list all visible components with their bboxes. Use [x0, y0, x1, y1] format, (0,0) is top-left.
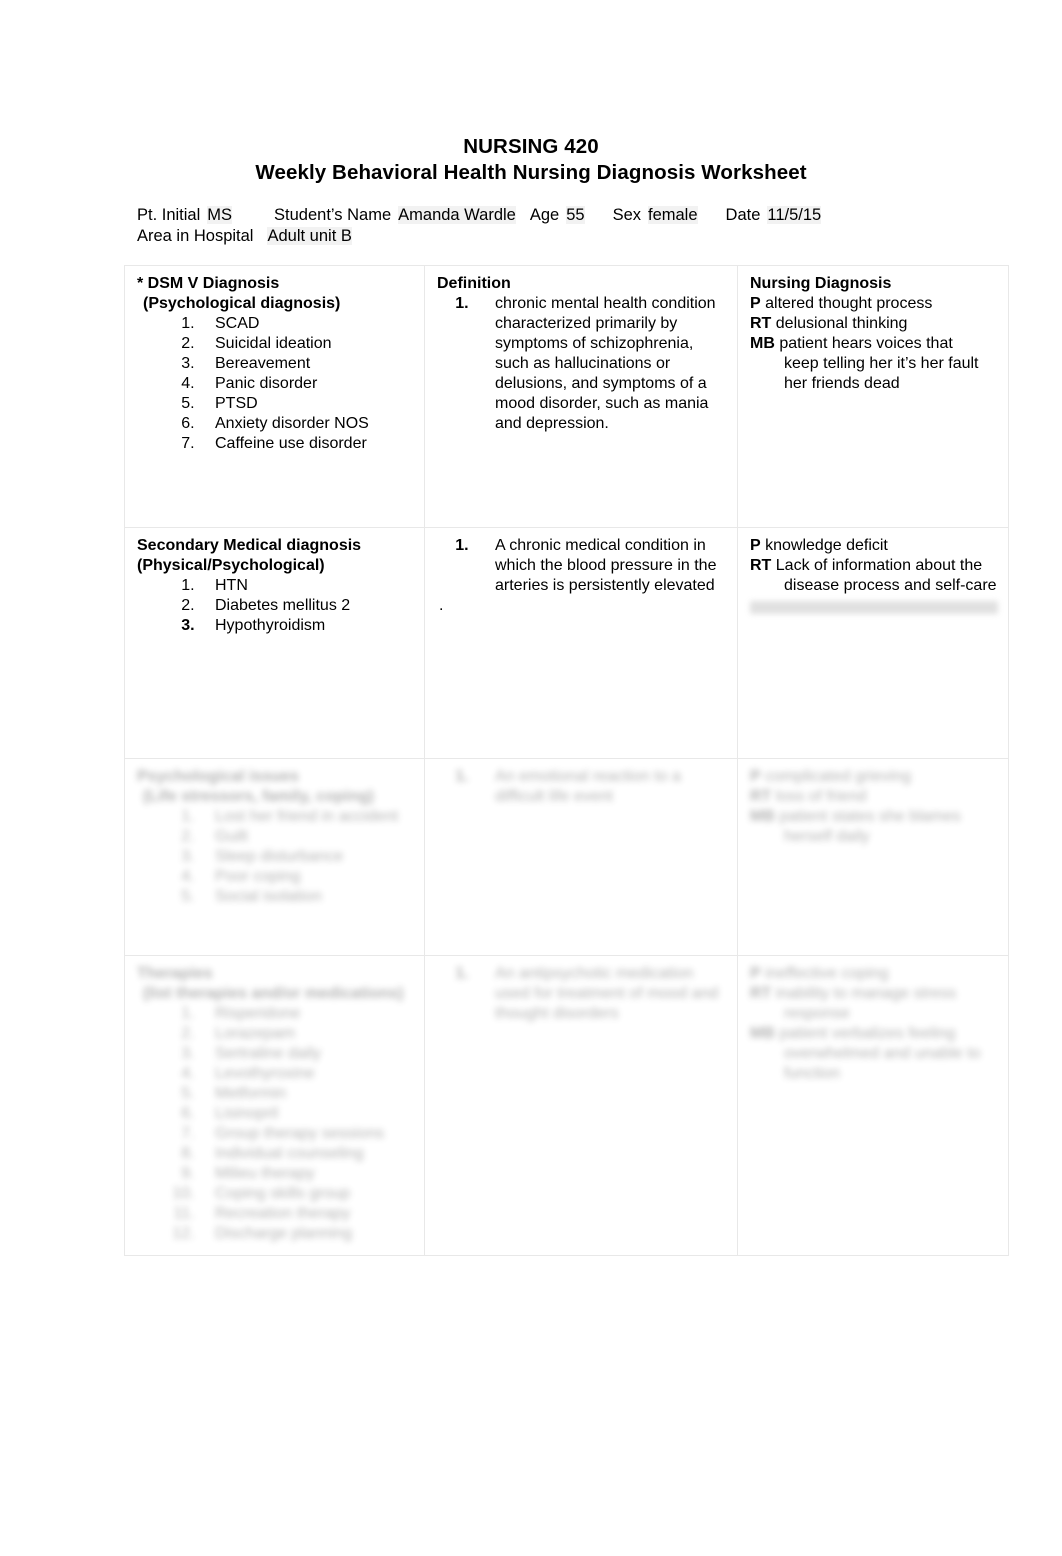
list-item: Bereavement: [199, 354, 414, 374]
list-item: SCAD: [199, 314, 414, 334]
secondary-diagnosis-heading-1: Secondary Medical diagnosis: [137, 537, 362, 554]
illegible-text-line: [750, 601, 998, 614]
pt-initial-label: Pt. Initial: [137, 206, 201, 224]
list-item: Anxiety disorder NOS: [199, 414, 414, 434]
document-title-block: NURSING 420 Weekly Behavioral Health Nur…: [0, 134, 1062, 186]
date-value[interactable]: 11/5/15: [767, 206, 822, 224]
mb-text: patient hears voices that: [779, 335, 953, 352]
illegible-content: An emotional reaction to a difficult lif…: [437, 767, 727, 807]
pt-initial-value[interactable]: MS: [207, 206, 233, 224]
mb-label: MB: [750, 335, 775, 352]
illegible-content: Psychological issues (Life stressors, fa…: [137, 767, 414, 907]
list-item: PTSD: [199, 394, 414, 414]
stray-period: .: [439, 597, 444, 614]
secondary-diagnosis-list: HTN Diabetes mellitus 2 Hypothyroidism: [137, 576, 414, 636]
column-header-nursing-diagnosis: Nursing Diagnosis: [750, 275, 892, 292]
column-subheader-psychological: (Psychological diagnosis): [143, 295, 341, 312]
student-name-label: Student’s Name: [274, 206, 392, 224]
table-row: * DSM V Diagnosis (Psychological diagnos…: [124, 265, 1009, 528]
sex-value[interactable]: female: [648, 206, 698, 224]
table-row: Therapies (list therapies and/or medicat…: [124, 955, 1009, 1256]
sex-label: Sex: [612, 206, 641, 224]
worksheet-table: * DSM V Diagnosis (Psychological diagnos…: [124, 265, 1009, 1256]
cell-nursing-diagnosis-row4-illegible: P ineffective coping RT inability to man…: [737, 955, 1009, 1256]
rt-continuation: disease process and self-care: [784, 577, 997, 594]
nursing-problem-line: P altered thought process: [750, 294, 998, 314]
patient-info-line-2: Area in Hospital Adult unit B: [137, 226, 937, 247]
cell-nursing-diagnosis-row3-illegible: P complicated grieving RT loss of friend…: [737, 758, 1009, 956]
list-item: Caffeine use disorder: [199, 434, 414, 454]
cell-definition-row4-illegible: An antipsychotic medication used for tre…: [424, 955, 738, 1256]
mb-continuation-1: keep telling her it’s her fault: [784, 355, 979, 372]
list-item: HTN: [199, 576, 414, 596]
p-label: P: [750, 295, 761, 312]
p-label: P: [750, 537, 761, 554]
page-title: NURSING 420: [463, 135, 599, 158]
definition-list-row1: chronic mental health condition characte…: [437, 294, 727, 434]
rt-label: RT: [750, 315, 772, 332]
table-row: Psychological issues (Life stressors, fa…: [124, 758, 1009, 956]
student-name-value[interactable]: Amanda Wardle: [398, 206, 516, 224]
list-item: A chronic medical condition in which the…: [473, 536, 727, 596]
cell-nursing-diagnosis-row2: P knowledge deficit RT Lack of informati…: [737, 527, 1009, 759]
illegible-content: P ineffective coping RT inability to man…: [750, 965, 981, 1082]
illegible-content: Therapies (list therapies and/or medicat…: [137, 964, 414, 1244]
cell-diagnosis-row4-illegible: Therapies (list therapies and/or medicat…: [124, 955, 425, 1256]
area-in-hospital-value[interactable]: Adult unit B: [267, 227, 352, 245]
mb-continuation-2: her friends dead: [784, 375, 900, 392]
nursing-related-to-line: RT Lack of information about the: [750, 556, 998, 576]
age-label: Age: [529, 206, 560, 224]
age-value[interactable]: 55: [566, 206, 585, 224]
cell-definition-row1: Definition chronic mental health conditi…: [424, 265, 738, 528]
area-in-hospital-label: Area in Hospital: [137, 227, 254, 245]
list-item: Suicidal ideation: [199, 334, 414, 354]
list-item: Panic disorder: [199, 374, 414, 394]
cell-nursing-diagnosis-row1: Nursing Diagnosis P altered thought proc…: [737, 265, 1009, 528]
page-subtitle: Weekly Behavioral Health Nursing Diagnos…: [255, 161, 807, 184]
nursing-manifested-by-line: MB patient hears voices that: [750, 334, 998, 354]
list-item: chronic mental health condition characte…: [473, 294, 727, 434]
date-label: Date: [725, 206, 761, 224]
illegible-content: An antipsychotic medication used for tre…: [437, 964, 727, 1024]
table-row: Secondary Medical diagnosis (Physical/Ps…: [124, 527, 1009, 759]
list-item: Diabetes mellitus 2: [199, 596, 414, 616]
p-text: knowledge deficit: [765, 537, 888, 554]
rt-text: Lack of information about the: [775, 557, 983, 574]
list-item: Hypothyroidism: [199, 616, 414, 636]
patient-info-line-1: Pt. Initial MS Student’s Name Amanda Wardle…: [137, 205, 937, 226]
secondary-diagnosis-heading-2: (Physical/Psychological): [137, 557, 325, 574]
patient-info-block: Pt. Initial MS Student’s Name Amanda Wardle…: [137, 205, 937, 247]
nursing-problem-line: P knowledge deficit: [750, 536, 998, 556]
illegible-content: P complicated grieving RT loss of friend…: [750, 768, 961, 845]
document-page: NURSING 420 Weekly Behavioral Health Nur…: [0, 0, 1062, 1556]
cell-secondary-medical-diagnosis: Secondary Medical diagnosis (Physical/Ps…: [124, 527, 425, 759]
column-header-definition: Definition: [437, 275, 511, 292]
rt-label: RT: [750, 557, 772, 574]
rt-text: delusional thinking: [775, 315, 908, 332]
cell-definition-row2: A chronic medical condition in which the…: [424, 527, 738, 759]
column-header-dsm: * DSM V Diagnosis: [137, 275, 280, 292]
nursing-related-to-line: RT delusional thinking: [750, 314, 998, 334]
definition-list-row2: A chronic medical condition in which the…: [437, 536, 727, 596]
cell-dsm-diagnosis: * DSM V Diagnosis (Psychological diagnos…: [124, 265, 425, 528]
cell-diagnosis-row3-illegible: Psychological issues (Life stressors, fa…: [124, 758, 425, 956]
p-text: altered thought process: [765, 295, 933, 312]
dsm-diagnosis-list: SCAD Suicidal ideation Bereavement Panic…: [137, 314, 414, 454]
cell-definition-row3-illegible: An emotional reaction to a difficult lif…: [424, 758, 738, 956]
